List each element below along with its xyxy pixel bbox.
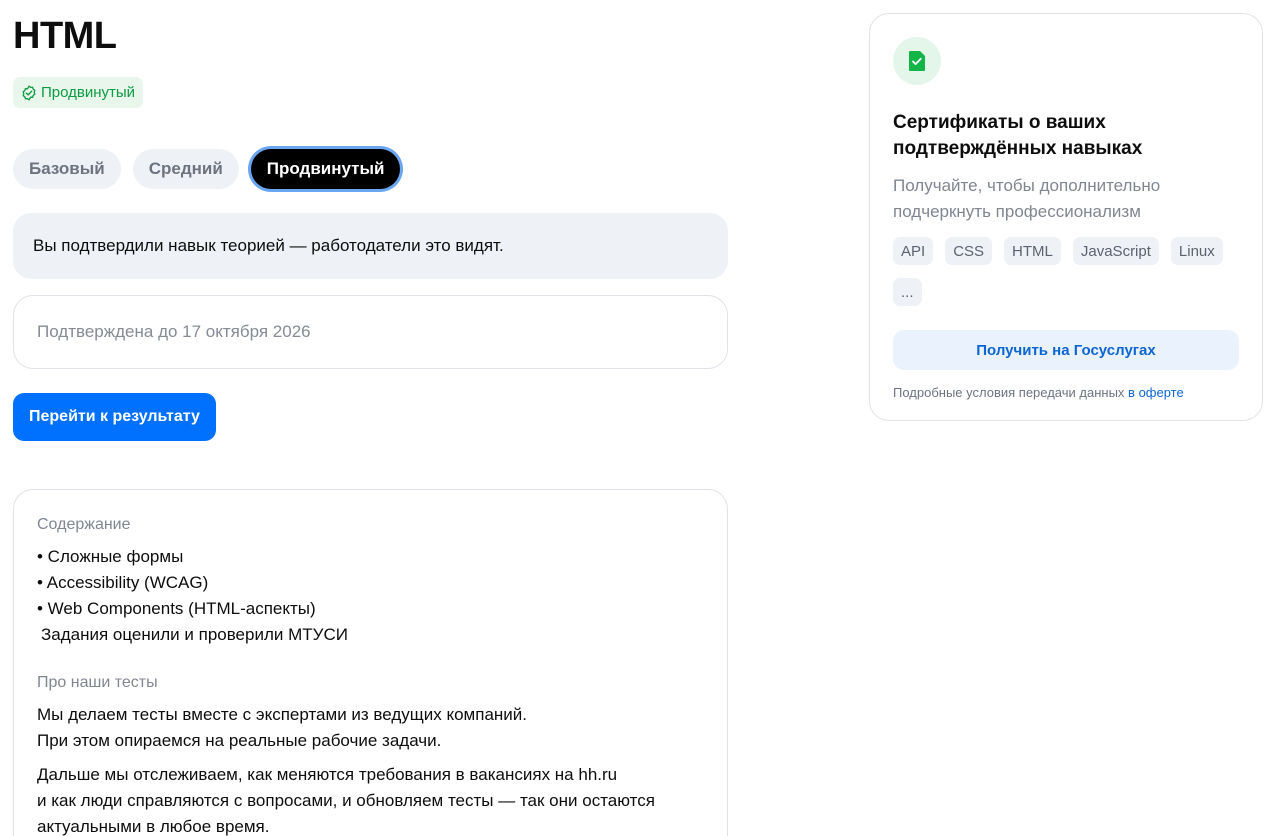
data-transfer-terms: Подробные условия передачи данных в офер… [893, 385, 1239, 400]
certificate-title: Сертификаты о ваших подтверждённых навык… [893, 110, 1239, 162]
page-title: HTML [13, 15, 117, 57]
validity-status: Подтверждена до 17 октября 2026 [13, 295, 728, 369]
verified-badge-icon [21, 84, 37, 101]
certificate-description-line: подчеркнуть профессионализм [893, 202, 1141, 221]
get-on-gosuslugi-button[interactable]: Получить на Госуслугах [893, 330, 1239, 370]
skill-tags: API CSS HTML JavaScript Linux ... [893, 237, 1241, 306]
tab-basic[interactable]: Базовый [13, 149, 121, 189]
list-item: • Сложные формы [37, 547, 184, 566]
content-list: • Сложные формы • Accessibility (WCAG) •… [37, 544, 704, 648]
certificate-check-icon [893, 37, 941, 85]
content-card: Содержание • Сложные формы • Accessibili… [13, 489, 728, 836]
about-paragraph: Дальше мы отслеживаем, как меняются треб… [37, 762, 704, 836]
certificate-description: Получайте, чтобы дополнительно подчеркну… [893, 173, 1239, 225]
paragraph-line: Дальше мы отслеживаем, как меняются треб… [37, 765, 618, 784]
about-tests-label: Про наши тесты [37, 674, 158, 691]
paragraph-line: Мы делаем тесты вместе с экспертами из в… [37, 705, 528, 724]
level-badge-label: Продвинутый [41, 84, 136, 101]
about-paragraph: Мы делаем тесты вместе с экспертами из в… [37, 702, 704, 754]
skill-tag: HTML [1004, 237, 1061, 265]
skill-tag: CSS [945, 237, 993, 265]
content-section-label: Содержание [37, 516, 131, 533]
list-item: • Web Components (HTML-аспекты) [37, 599, 316, 618]
certificate-card: Сертификаты о ваших подтверждённых навык… [869, 13, 1263, 421]
more-skills-tag[interactable]: ... [893, 278, 922, 306]
certificate-title-line: Сертификаты о ваших [893, 112, 1106, 133]
level-badge: Продвинутый [13, 77, 144, 108]
tab-advanced[interactable]: Продвинутый [250, 149, 401, 189]
level-tabs: Базовый Средний Продвинутый [13, 149, 401, 189]
confirmation-message: Вы подтвердили навык теорией — работодат… [13, 213, 728, 279]
skill-tag: JavaScript [1072, 237, 1159, 265]
go-to-result-button[interactable]: Перейти к результату [13, 393, 216, 441]
page: HTML Продвинутый Базовый Средний Продвин… [0, 0, 1285, 836]
terms-text: Подробные условия передачи данных [893, 385, 1125, 400]
paragraph-line: При этом опираемся на реальные рабочие з… [37, 731, 442, 750]
checked-by-text: Задания оценили и проверили МТУСИ [41, 625, 348, 644]
certificate-title-line: подтверждённых навыках [893, 138, 1143, 159]
certificate-description-line: Получайте, чтобы дополнительно [893, 176, 1161, 195]
skill-tag: API [893, 237, 934, 265]
list-item: • Accessibility (WCAG) [37, 573, 209, 592]
tab-intermediate[interactable]: Средний [132, 149, 239, 189]
paragraph-line: и как люди справляются с вопросами, и об… [37, 791, 655, 810]
skill-tag: Linux [1170, 237, 1223, 265]
offer-link[interactable]: в оферте [1128, 385, 1184, 400]
paragraph-line: актуальными в любое время. [37, 817, 270, 836]
